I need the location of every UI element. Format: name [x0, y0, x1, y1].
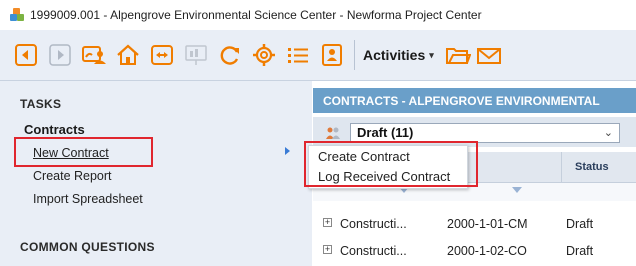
submenu-arrow-icon — [285, 147, 290, 155]
log-received-contract-menu-item[interactable]: Log Received Contract — [318, 169, 450, 184]
status-filter-dropdown[interactable]: Draft (11) ⌄ — [350, 123, 620, 143]
activities-label: Activities — [363, 47, 426, 63]
contracts-heading: Contracts — [24, 122, 85, 137]
filter-funnel-icon[interactable] — [512, 187, 522, 193]
home-icon[interactable] — [114, 41, 142, 69]
settings-icon[interactable] — [250, 41, 278, 69]
task-sidebar: TASKS Contracts New Contract Create Repo… — [0, 81, 312, 266]
presentation-icon — [182, 41, 210, 69]
contract-name: Constructi... — [340, 217, 407, 231]
toolbar: Activities ▾ — [0, 30, 636, 81]
contract-name: Constructi... — [340, 244, 407, 258]
table-row[interactable]: + Constructi... 2000-1-02-CO Draft — [313, 238, 636, 264]
common-questions-heading: COMMON QUESTIONS — [20, 240, 155, 254]
status-column-header[interactable]: Status — [575, 152, 609, 182]
panel-header: CONTRACTS - ALPENGROVE ENVIRONMENTAL — [313, 88, 636, 113]
folder-icon[interactable] — [444, 41, 472, 69]
filter-row: Draft (11) ⌄ — [313, 117, 636, 147]
toolbar-separator — [354, 40, 355, 70]
contract-status: Draft — [566, 217, 594, 231]
create-contract-menu-item[interactable]: Create Contract — [318, 149, 410, 164]
refresh-icon[interactable] — [216, 41, 244, 69]
back-arrow-icon[interactable] — [12, 41, 40, 69]
expand-icon[interactable]: + — [323, 218, 332, 227]
expand-icon[interactable]: + — [323, 245, 332, 254]
forward-arrow-icon[interactable] — [46, 41, 74, 69]
people-icon — [326, 127, 340, 139]
create-report-link[interactable]: Create Report — [33, 169, 112, 183]
filter-value: Draft (11) — [357, 125, 414, 140]
new-contract-link[interactable]: New Contract — [33, 146, 109, 160]
new-contract-submenu: Create Contract Log Received Contract — [308, 145, 468, 189]
chevron-down-icon: ⌄ — [603, 127, 613, 139]
tasks-heading: TASKS — [20, 97, 62, 111]
contract-number: 2000-1-01-CM — [447, 217, 528, 231]
window-title: 1999009.001 - Alpengrove Environmental S… — [30, 8, 482, 22]
table-row[interactable]: + Constructi... 2000-1-01-CM Draft — [313, 211, 636, 237]
email-icon[interactable] — [474, 41, 502, 69]
import-spreadsheet-link[interactable]: Import Spreadsheet — [33, 192, 143, 206]
contacts-icon[interactable] — [318, 41, 346, 69]
transfer-icon[interactable] — [148, 41, 176, 69]
contract-number: 2000-1-02-CO — [447, 244, 527, 258]
team-icon[interactable] — [80, 41, 108, 69]
title-bar: 1999009.001 - Alpengrove Environmental S… — [0, 0, 636, 30]
list-icon[interactable] — [284, 41, 312, 69]
contract-status: Draft — [566, 244, 594, 258]
column-divider — [561, 152, 562, 182]
chevron-down-icon: ▾ — [429, 49, 434, 60]
activities-menu[interactable]: Activities ▾ — [363, 47, 434, 63]
newforma-logo-icon — [10, 8, 24, 22]
